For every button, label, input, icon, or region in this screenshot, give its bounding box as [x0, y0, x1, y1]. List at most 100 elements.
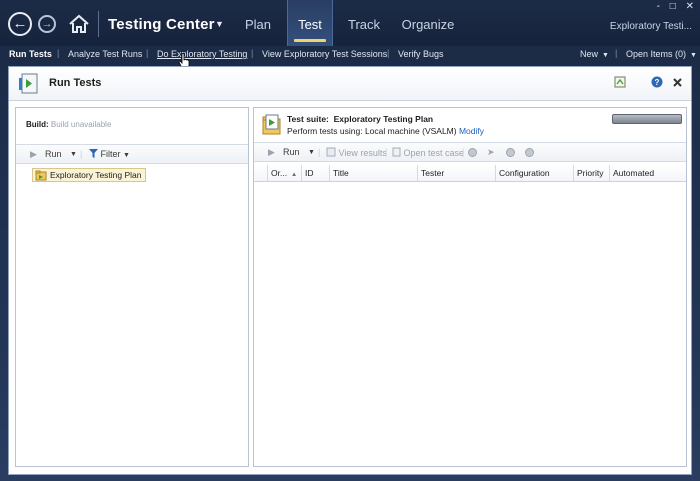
triangle-down-icon[interactable]: ▼ — [215, 19, 224, 29]
subnav-separator: | — [615, 48, 618, 58]
home-icon — [69, 14, 89, 33]
left-toolbar: ▶ Run ▼ | Filter ▼ — [16, 144, 248, 164]
suite-label: Test suite: — [287, 114, 329, 124]
open-test-case-button[interactable]: Open test case — [391, 147, 464, 158]
top-navigation-bar: ← → Testing Center ▼ Plan Test Track Org… — [0, 0, 700, 46]
subnav-run-tests[interactable]: Run Tests — [9, 49, 52, 59]
filter-dropdown-icon: ▼ — [123, 152, 130, 159]
tab-organize[interactable]: Organize — [396, 0, 460, 46]
test-grid-header: Or... ▲ ID Title Tester Configuration Pri… — [254, 165, 686, 182]
reset-circle-icon — [525, 148, 534, 157]
toolbar-separator: | — [385, 147, 388, 157]
subnav-separator: | — [146, 48, 149, 58]
filter-icon — [89, 149, 98, 158]
panel-tools: ? — [614, 76, 683, 88]
subnav-separator: | — [251, 48, 254, 58]
build-value: Build unavailable — [50, 120, 112, 129]
tab-track[interactable]: Track — [342, 0, 386, 46]
close-icon[interactable] — [672, 77, 683, 88]
subnav-view-exploratory-sessions[interactable]: View Exploratory Test Sessions — [262, 49, 387, 59]
new-label: New — [580, 49, 599, 59]
column-header-priority[interactable]: Priority — [574, 165, 610, 181]
suite-name: Exploratory Testing Plan — [333, 114, 434, 124]
test-plan-icon — [35, 170, 47, 181]
minimize-button[interactable]: - — [657, 1, 660, 12]
arrow-right-icon: → — [41, 18, 53, 30]
column-order-label: Or... — [271, 168, 288, 178]
open-items-menu[interactable]: Open Items (0) ▼ — [626, 49, 697, 59]
play-icon: ▶ — [268, 147, 275, 157]
subnav-separator: | — [57, 48, 60, 58]
progress-bar — [612, 114, 682, 124]
svg-text:?: ? — [654, 78, 659, 87]
toolbar-separator: | — [80, 149, 83, 159]
toolbar-separator: | — [462, 147, 465, 157]
chevron-down-icon: ▼ — [602, 52, 609, 59]
column-header-automated[interactable]: Automated — [610, 165, 686, 181]
tab-plan[interactable]: Plan — [236, 0, 280, 46]
open-test-case-label: Open test case — [403, 148, 465, 158]
arrow-left-icon: ← — [12, 15, 28, 32]
window-controls: - □ ✕ — [650, 1, 694, 12]
run-tests-icon — [19, 73, 38, 94]
chevron-down-icon: ▼ — [690, 52, 697, 59]
play-icon: ▶ — [30, 149, 37, 159]
view-results-button[interactable]: View results — [326, 147, 387, 158]
forward-button[interactable]: → — [38, 15, 56, 33]
open-test-case-icon — [392, 147, 401, 157]
refresh-icon[interactable] — [614, 76, 626, 88]
subnav-verify-bugs[interactable]: Verify Bugs — [398, 49, 444, 59]
maximize-button[interactable]: □ — [670, 1, 676, 12]
reset-test-button[interactable] — [525, 148, 534, 159]
run-dropdown-icon[interactable]: ▼ — [308, 149, 315, 156]
run-button[interactable]: Run — [283, 147, 300, 157]
view-results-label: View results — [338, 148, 387, 158]
column-header-tester[interactable]: Tester — [418, 165, 496, 181]
column-header-order[interactable]: Or... ▲ — [268, 165, 302, 181]
pass-test-button[interactable] — [468, 148, 477, 159]
build-row: Build: Build unavailable — [26, 120, 111, 129]
filter-button[interactable]: Filter ▼ — [89, 149, 130, 159]
new-menu[interactable]: New ▼ — [580, 49, 609, 59]
subnav-separator: | — [387, 48, 390, 58]
block-circle-icon — [506, 148, 515, 157]
suite-title: Test suite: Exploratory Testing Plan — [287, 114, 433, 124]
block-test-button[interactable] — [506, 148, 515, 159]
subnav-do-exploratory-testing[interactable]: Do Exploratory Testing — [157, 49, 247, 59]
close-window-button[interactable]: ✕ — [686, 1, 694, 12]
back-button[interactable]: ← — [8, 12, 32, 36]
app-title: Testing Center — [108, 16, 215, 33]
grid-corner — [254, 165, 268, 181]
column-header-id[interactable]: ID — [302, 165, 330, 181]
modify-link[interactable]: Modify — [459, 126, 484, 136]
tree-item-exploratory-plan[interactable]: Exploratory Testing Plan — [32, 168, 146, 182]
panel-title: Run Tests — [49, 77, 102, 89]
run-button[interactable]: Run — [45, 149, 62, 159]
column-header-title[interactable]: Title — [330, 165, 418, 181]
column-header-configuration[interactable]: Configuration — [496, 165, 574, 181]
right-pane: Test suite: Exploratory Testing Plan Per… — [253, 107, 687, 467]
build-label: Build: — [26, 120, 49, 129]
test-suite-icon — [262, 114, 281, 135]
suite-subtitle: Perform tests using: Local machine (VSAL… — [287, 126, 484, 136]
left-pane: Build: Build unavailable ▶ Run ▼ | Filte… — [15, 107, 249, 467]
toolbar-separator: | — [318, 147, 321, 157]
minus-circle-icon — [468, 148, 477, 157]
project-label[interactable]: Exploratory Testi... — [610, 21, 692, 32]
home-button[interactable] — [67, 13, 91, 35]
subnav-analyze-test-runs[interactable]: Analyze Test Runs — [68, 49, 142, 59]
perform-text: Perform tests using: Local machine (VSAL… — [287, 126, 457, 136]
sub-navigation: Run Tests | Analyze Test Runs | Do Explo… — [0, 46, 700, 64]
run-dropdown-icon[interactable]: ▼ — [70, 151, 77, 158]
help-icon[interactable]: ? — [651, 76, 663, 88]
nav-divider — [98, 11, 99, 37]
run-tests-panel: Run Tests ? Build: Build unavailable ▶ R… — [8, 66, 692, 475]
tree-item-label: Exploratory Testing Plan — [50, 170, 142, 180]
panel-header: Run Tests ? — [9, 67, 691, 101]
tab-test[interactable]: Test — [287, 0, 333, 46]
forward-arrow-icon[interactable]: ➤ — [487, 147, 495, 158]
filter-label: Filter — [100, 149, 121, 159]
open-items-label: Open Items (0) — [626, 49, 687, 59]
view-results-icon — [326, 147, 336, 157]
sort-ascending-icon: ▲ — [291, 172, 298, 178]
